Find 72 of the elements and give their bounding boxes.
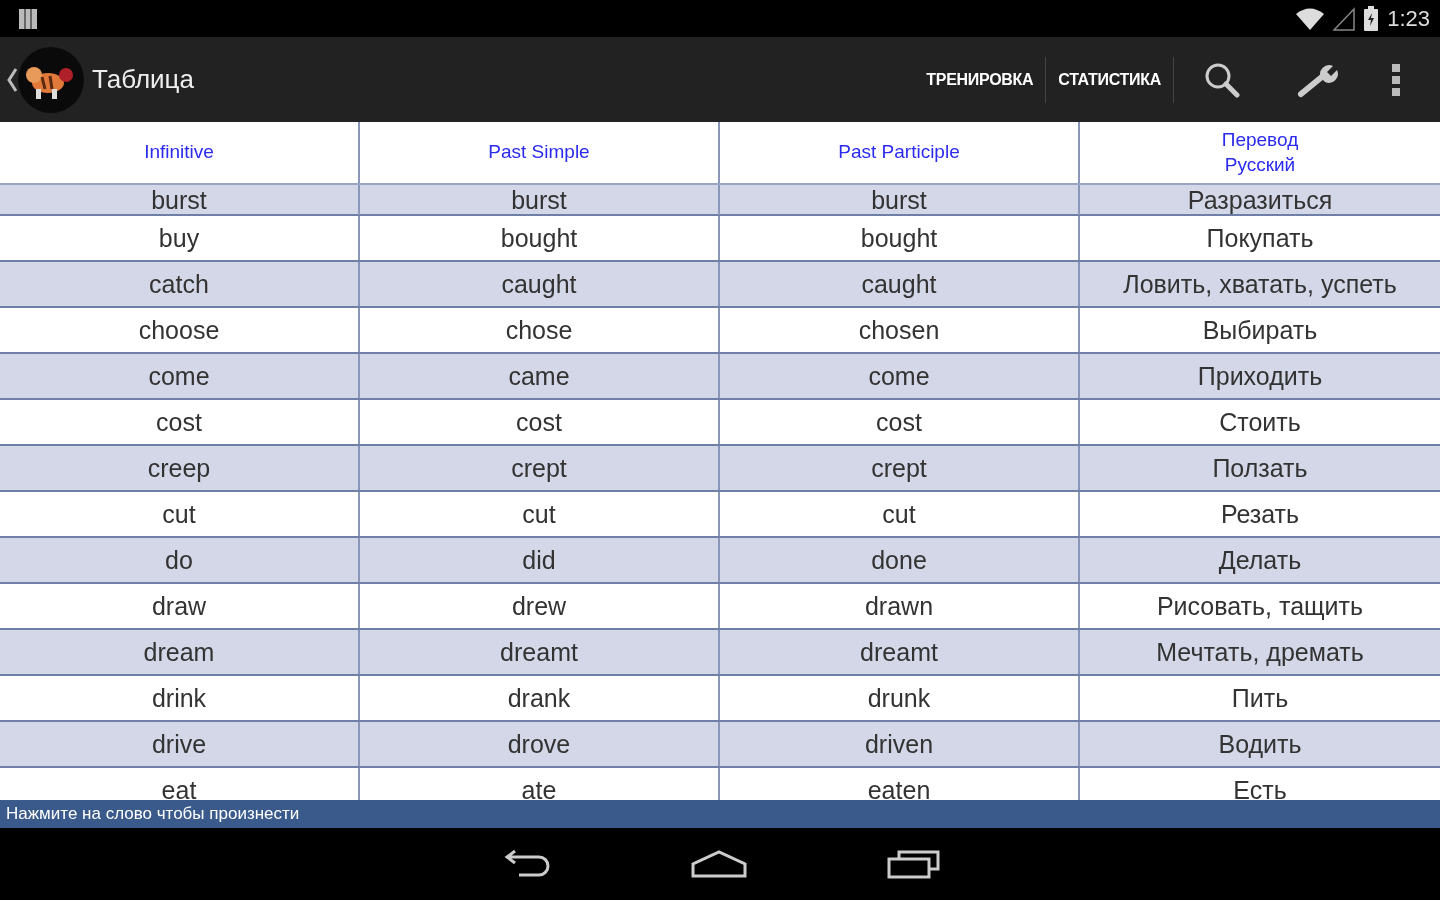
table-cell[interactable]: chose: [360, 308, 720, 352]
table-cell[interactable]: Покупать: [1080, 216, 1440, 260]
table-cell[interactable]: cost: [0, 400, 360, 444]
overflow-menu-icon: [1391, 62, 1401, 97]
table-cell[interactable]: burst: [720, 185, 1080, 215]
table-cell[interactable]: cost: [360, 400, 720, 444]
table-cell[interactable]: did: [360, 538, 720, 582]
table-cell[interactable]: drove: [360, 722, 720, 766]
table-cell[interactable]: caught: [720, 262, 1080, 306]
table-cell[interactable]: cut: [720, 492, 1080, 536]
table-cell[interactable]: Пить: [1080, 676, 1440, 720]
table-cell[interactable]: come: [0, 354, 360, 398]
search-icon: [1204, 61, 1240, 98]
table-cell[interactable]: Рисовать, тащить: [1080, 584, 1440, 628]
column-header[interactable]: Infinitive: [0, 122, 360, 183]
table-cell[interactable]: came: [360, 354, 720, 398]
table-cell[interactable]: buy: [0, 216, 360, 260]
screen-title: Таблица: [92, 64, 194, 95]
table-cell[interactable]: dream: [0, 630, 360, 674]
table-cell[interactable]: cost: [720, 400, 1080, 444]
table-cell[interactable]: Мечтать, дремать: [1080, 630, 1440, 674]
clock: 1:23: [1387, 5, 1430, 32]
table-cell[interactable]: drink: [0, 676, 360, 720]
table-cell[interactable]: burst: [360, 185, 720, 215]
notification-icon: [18, 7, 38, 30]
table-cell[interactable]: Водить: [1080, 722, 1440, 766]
table-cell[interactable]: choose: [0, 308, 360, 352]
table-cell[interactable]: dreamt: [360, 630, 720, 674]
table-cell[interactable]: Стоить: [1080, 400, 1440, 444]
column-header[interactable]: Past Participle: [720, 122, 1080, 183]
app-logo-icon[interactable]: [18, 46, 84, 113]
table-cell[interactable]: driven: [720, 722, 1080, 766]
table-cell[interactable]: dreamt: [720, 630, 1080, 674]
table-cell[interactable]: Разразиться: [1080, 185, 1440, 215]
table-cell[interactable]: crept: [360, 446, 720, 490]
table-cell[interactable]: cut: [0, 492, 360, 536]
table-cell[interactable]: Ловить, хватать, успеть: [1080, 262, 1440, 306]
table-cell[interactable]: drive: [0, 722, 360, 766]
table-cell[interactable]: do: [0, 538, 360, 582]
table-cell[interactable]: done: [720, 538, 1080, 582]
wifi-icon: [1295, 6, 1326, 31]
back-caret-icon[interactable]: [6, 66, 18, 93]
table-cell[interactable]: Резать: [1080, 492, 1440, 536]
table-cell[interactable]: chosen: [720, 308, 1080, 352]
table-cell[interactable]: come: [720, 354, 1080, 398]
column-header[interactable]: Past Simple: [360, 122, 720, 183]
table-cell[interactable]: drawn: [720, 584, 1080, 628]
table-cell[interactable]: crept: [720, 446, 1080, 490]
table-cell[interactable]: drunk: [720, 676, 1080, 720]
table-cell[interactable]: caught: [360, 262, 720, 306]
table-cell[interactable]: cut: [360, 492, 720, 536]
table-cell[interactable]: bought: [360, 216, 720, 260]
hint-bar: Нажмите на слово чтобы произнести: [0, 800, 1440, 828]
table-cell[interactable]: Выбирать: [1080, 308, 1440, 352]
table-cell[interactable]: Приходить: [1080, 354, 1440, 398]
table-cell[interactable]: drew: [360, 584, 720, 628]
action-button[interactable]: ТРЕНИРОВКА: [914, 55, 1046, 104]
action-button[interactable]: СТАТИСТИКА: [1046, 55, 1173, 104]
table-cell[interactable]: Ползать: [1080, 446, 1440, 490]
battery-icon: [1363, 5, 1380, 32]
table-cell[interactable]: draw: [0, 584, 360, 628]
table-cell[interactable]: Делать: [1080, 538, 1440, 582]
recent-apps-button[interactable]: [887, 849, 941, 879]
table-cell[interactable]: catch: [0, 262, 360, 306]
home-button[interactable]: [691, 850, 747, 878]
signal-icon: [1333, 6, 1356, 31]
table-cell[interactable]: bought: [720, 216, 1080, 260]
table-cell[interactable]: burst: [0, 185, 360, 215]
table-cell[interactable]: creep: [0, 446, 360, 490]
table-cell[interactable]: Есть: [1080, 768, 1440, 800]
column-header[interactable]: Перевод Русский: [1080, 122, 1440, 183]
table-cell[interactable]: drank: [360, 676, 720, 720]
